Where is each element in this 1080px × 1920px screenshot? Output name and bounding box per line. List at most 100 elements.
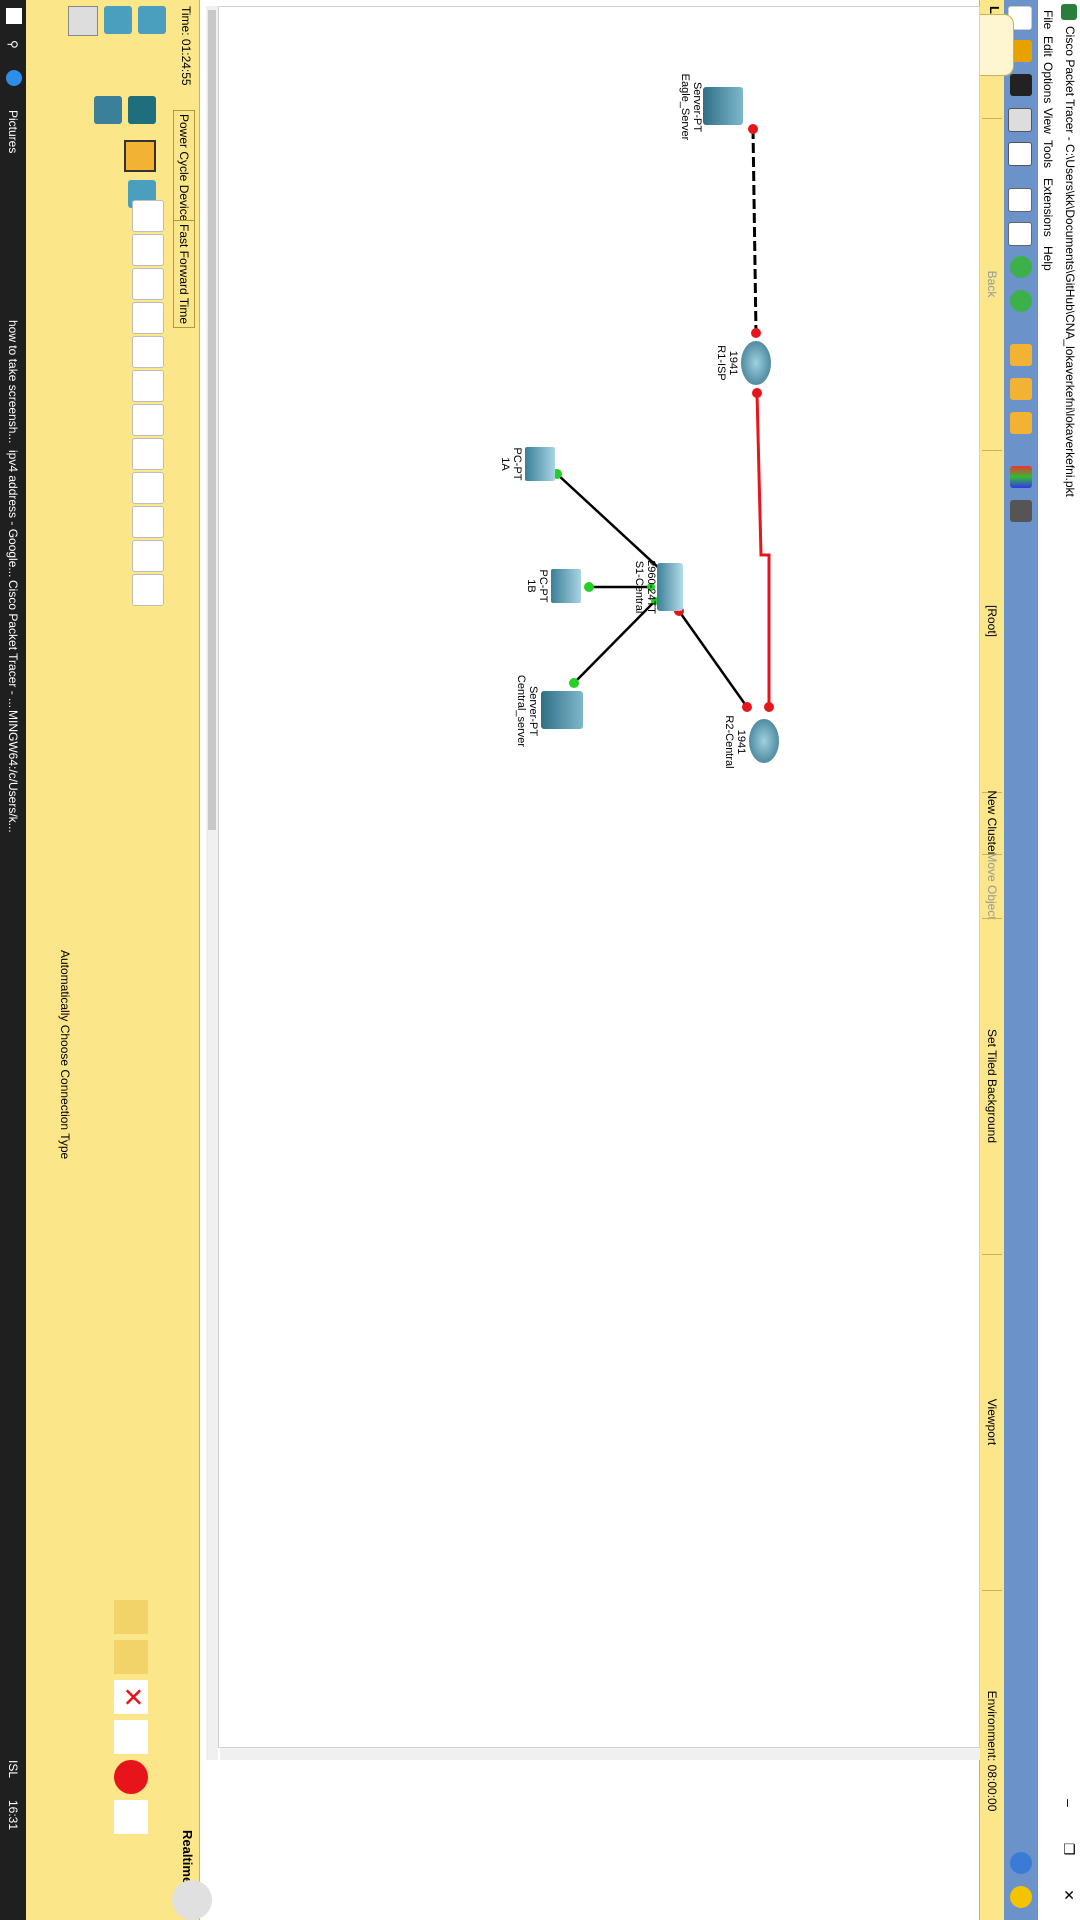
copper-straight-through-icon[interactable] <box>132 268 164 300</box>
menu-options[interactable]: Options <box>1041 62 1055 103</box>
packet-tracer-window: Cisco Packet Tracer - C:\Users\kk\Docume… <box>0 0 1080 1920</box>
r1-router-icon[interactable] <box>741 341 771 385</box>
edge-icon[interactable] <box>6 70 22 86</box>
fiber-icon[interactable] <box>132 336 164 368</box>
menu-extensions[interactable]: Extensions <box>1041 178 1055 237</box>
menu-edit[interactable]: Edit <box>1041 36 1055 57</box>
back-button[interactable]: Back <box>982 118 1002 449</box>
taskbar-clock[interactable]: 16:31 <box>6 1800 20 1830</box>
toolbar <box>1004 0 1038 1920</box>
scrollbar-thumb[interactable] <box>208 10 216 830</box>
info-icon[interactable] <box>1010 1852 1032 1874</box>
logical-workspace[interactable]: Server-PT Eagle_Server 1941 R1-ISP PC-PT… <box>218 6 980 1748</box>
environment-time: Environment: 08:00:00 <box>982 1590 1002 1911</box>
menu-view[interactable]: View <box>1041 108 1055 134</box>
redo-icon[interactable] <box>1010 290 1032 312</box>
add-complex-pdu-icon[interactable] <box>114 1640 148 1674</box>
windows-taskbar: ⚲ Pictures how to take screensh... ipv4 … <box>0 0 26 1920</box>
menu-file[interactable]: File <box>1041 10 1055 29</box>
copy-icon[interactable] <box>1008 188 1032 212</box>
print-icon[interactable] <box>1008 108 1032 132</box>
pc1a-icon[interactable] <box>525 447 555 481</box>
new-cluster-button[interactable]: New Cluster <box>982 790 1002 856</box>
topology-links <box>552 124 774 712</box>
taskbar-how-to[interactable]: how to take screensh... <box>6 320 20 443</box>
usb-cable-icon[interactable] <box>132 574 164 606</box>
console-cable-icon[interactable] <box>132 234 164 266</box>
central-server-label: Server-PT Central_server <box>515 671 539 751</box>
taskbar-pictures[interactable]: Pictures <box>6 110 20 153</box>
delete-icon[interactable]: ✕ <box>114 1680 148 1714</box>
resize-shape-icon[interactable] <box>114 1800 148 1834</box>
central-server-icon[interactable] <box>541 691 583 729</box>
palette-icon[interactable] <box>1010 466 1032 488</box>
octal-cable-icon[interactable] <box>132 506 164 538</box>
move-object-button[interactable]: Move Object <box>982 852 1002 920</box>
r1-name: R1-ISP <box>715 345 727 381</box>
maximize-icon[interactable]: ❐ <box>1058 1826 1080 1872</box>
router-category-icon[interactable] <box>128 96 156 124</box>
menu-help[interactable]: Help <box>1041 246 1055 271</box>
end-devices-icon[interactable] <box>104 6 132 34</box>
s1-switch-icon[interactable] <box>657 563 683 611</box>
r1-port-dot <box>751 328 761 338</box>
help-icon[interactable] <box>1010 1886 1032 1908</box>
activity-wizard-icon[interactable] <box>1008 142 1032 166</box>
components-icon[interactable] <box>68 6 98 36</box>
set-tiled-background-button[interactable]: Set Tiled Background <box>982 918 1002 1253</box>
draw-ellipse-icon[interactable] <box>114 1760 148 1794</box>
iot-custom-cable-icon[interactable] <box>132 540 164 572</box>
central-server-name: Central_server <box>515 674 527 748</box>
viewport-button[interactable]: Viewport <box>982 1254 1002 1589</box>
connection-type-hint: Automatically Choose Connection Type <box>58 950 72 1160</box>
taskbar-packet-tracer[interactable]: Cisco Packet Tracer - ... <box>6 580 20 708</box>
zoom-in-icon[interactable] <box>1010 344 1032 366</box>
canvas-horizontal-scrollbar[interactable] <box>206 6 218 1760</box>
minimize-icon[interactable]: – <box>1058 1780 1080 1826</box>
serial-dte-icon[interactable] <box>132 472 164 504</box>
phone-cable-icon[interactable] <box>132 370 164 402</box>
custom-device-icon[interactable] <box>1010 500 1032 522</box>
close-icon[interactable]: ✕ <box>1058 1872 1080 1918</box>
power-cycle-devices-button[interactable]: Power Cycle Devices <box>173 110 195 232</box>
switch-r2-cable[interactable] <box>677 610 749 708</box>
pc1a-name: 1A <box>499 457 511 471</box>
eagle-r1-cable[interactable] <box>751 128 758 334</box>
switch-name: S1-Central <box>633 560 645 614</box>
switch-type: 2960-24TT <box>645 560 657 614</box>
copper-cross-over-icon[interactable] <box>132 302 164 334</box>
paste-icon[interactable] <box>1008 222 1032 246</box>
r1-type: 1941 <box>727 350 739 376</box>
network-devices-icon[interactable] <box>138 6 166 34</box>
taskbar-ipv4[interactable]: ipv4 address - Google... <box>6 450 20 577</box>
pc1a-label: PC-PT 1A <box>499 439 523 489</box>
r2-router-icon[interactable] <box>749 719 779 763</box>
pc1b-name: 1B <box>525 579 537 593</box>
menu-tools[interactable]: Tools <box>1041 140 1055 168</box>
language-indicator[interactable]: ISL <box>6 1760 20 1778</box>
coaxial-icon[interactable] <box>132 404 164 436</box>
title-bar: Cisco Packet Tracer - C:\Users\kk\Docume… <box>1058 0 1080 1920</box>
switch-category-icon[interactable] <box>94 96 122 124</box>
r1-r2-serial-link[interactable] <box>755 392 771 707</box>
r1-serial-dot <box>752 388 762 398</box>
start-icon[interactable] <box>6 8 22 24</box>
save-icon[interactable] <box>1010 74 1032 96</box>
pc1b-icon[interactable] <box>551 569 581 603</box>
realtime-clock-icon[interactable] <box>172 1880 212 1920</box>
undo-icon[interactable] <box>1010 256 1032 278</box>
search-icon[interactable]: ⚲ <box>6 40 20 49</box>
taskbar-mingw[interactable]: MINGW64:/c/Users/k... <box>6 710 20 833</box>
connections-category-icon[interactable] <box>124 140 156 172</box>
app-icon <box>1061 4 1077 20</box>
eagle-server-icon[interactable] <box>703 87 743 125</box>
zoom-reset-icon[interactable] <box>1010 378 1032 400</box>
auto-connection-icon[interactable] <box>132 200 164 232</box>
serial-dce-icon[interactable] <box>132 438 164 470</box>
inspect-icon[interactable] <box>114 1720 148 1754</box>
zoom-out-icon[interactable] <box>1010 412 1032 434</box>
realtime-mode-label[interactable]: Realtime <box>180 1830 195 1884</box>
fast-forward-time-button[interactable]: Fast Forward Time <box>173 220 195 329</box>
canvas-vertical-scrollbar[interactable] <box>220 1748 980 1760</box>
add-simple-pdu-icon[interactable] <box>114 1600 148 1634</box>
